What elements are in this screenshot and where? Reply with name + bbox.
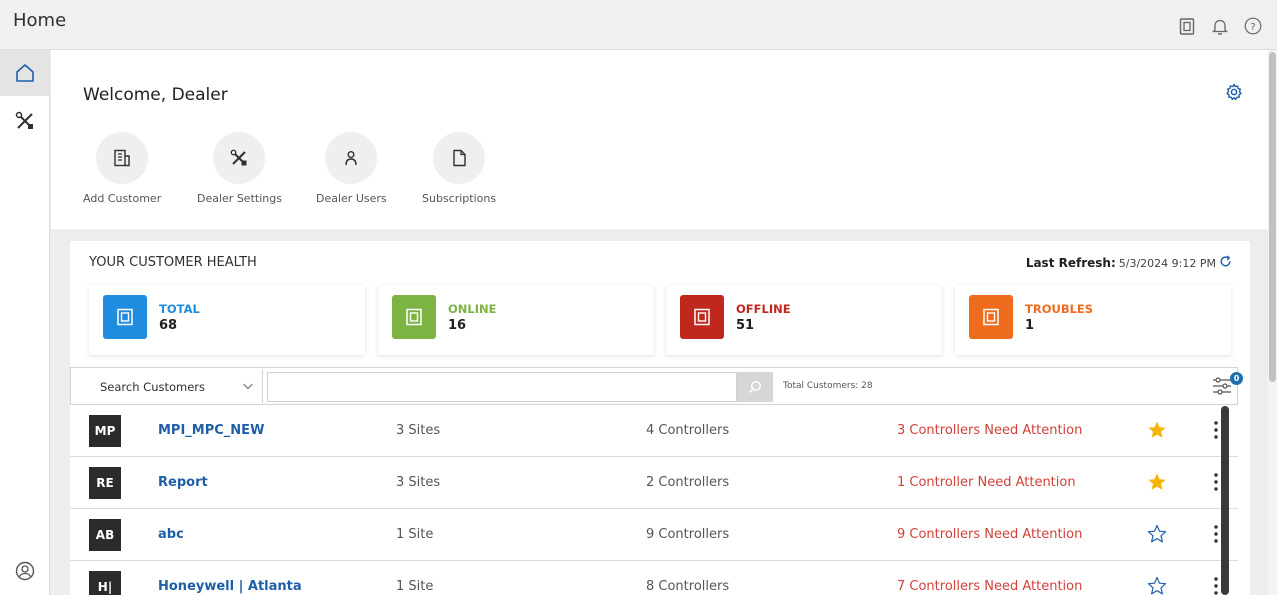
customer-avatar: MP: [89, 415, 121, 447]
star-filled-icon[interactable]: [1147, 420, 1167, 444]
customer-row[interactable]: AB abc 1 Site 9 Controllers 9 Controller…: [70, 509, 1238, 561]
customer-name-link[interactable]: MPI_MPC_NEW: [158, 423, 264, 438]
stat-total[interactable]: TOTAL 68: [89, 285, 365, 355]
main-content: Welcome, Dealer Add Customer Dealer Sett…: [51, 50, 1268, 595]
bell-icon[interactable]: [1211, 17, 1229, 35]
device-icon: [103, 295, 147, 339]
nav-home[interactable]: [0, 50, 50, 96]
stat-label: TOTAL: [159, 302, 200, 316]
customer-avatar: H|: [89, 571, 121, 595]
action-label: Dealer Users: [316, 192, 387, 205]
stat-label: OFFLINE: [736, 302, 791, 316]
more-options-icon[interactable]: [1211, 420, 1221, 444]
action-label: Add Customer: [83, 192, 162, 205]
device-icon: [392, 295, 436, 339]
more-options-icon[interactable]: [1211, 524, 1221, 548]
total-customers: Total Customers: 28: [783, 381, 873, 391]
star-filled-icon[interactable]: [1147, 472, 1167, 496]
customer-sites: 3 Sites: [396, 423, 441, 438]
dealer-users-action[interactable]: Dealer Users: [316, 132, 387, 205]
customer-attention: 3 Controllers Need Attention: [897, 423, 1083, 438]
more-options-icon[interactable]: [1211, 472, 1221, 496]
customer-list: MP MPI_MPC_NEW 3 Sites 4 Controllers 3 C…: [70, 405, 1238, 595]
customer-row[interactable]: RE Report 3 Sites 2 Controllers 1 Contro…: [70, 457, 1238, 509]
search-bar: Search Customers Total Customers: 28 0: [70, 367, 1243, 405]
refresh-icon[interactable]: [1219, 255, 1232, 271]
customer-row[interactable]: MP MPI_MPC_NEW 3 Sites 4 Controllers 3 C…: [70, 405, 1238, 457]
dealer-settings-action[interactable]: Dealer Settings: [197, 132, 282, 205]
more-options-icon[interactable]: [1211, 576, 1221, 595]
search-button[interactable]: [737, 372, 773, 402]
action-label: Dealer Settings: [197, 192, 282, 205]
customer-avatar: RE: [89, 467, 121, 499]
profile-icon: [15, 561, 35, 581]
document-icon[interactable]: [433, 132, 486, 184]
gear-icon[interactable]: [1225, 83, 1243, 105]
top-bar: Home ?: [0, 0, 1277, 50]
last-refresh-value: 5/3/2024 9:12 PM: [1118, 256, 1216, 270]
stat-value: 16: [448, 318, 467, 333]
customer-controllers: 8 Controllers: [646, 579, 730, 594]
stat-troubles[interactable]: TROUBLES 1: [955, 285, 1231, 355]
tools-icon: [15, 111, 33, 129]
stat-label: TROUBLES: [1025, 302, 1094, 316]
tools-icon[interactable]: [213, 132, 266, 184]
customer-attention: 7 Controllers Need Attention: [897, 579, 1083, 594]
device-icon: [969, 295, 1013, 339]
search-input[interactable]: [267, 372, 737, 402]
nav-profile[interactable]: [0, 548, 50, 594]
customer-name-link[interactable]: Report: [158, 475, 208, 490]
action-label: Subscriptions: [422, 192, 497, 205]
customer-controllers: 2 Controllers: [646, 475, 730, 490]
page-scrollbar-thumb[interactable]: [1269, 52, 1276, 382]
chevron-down-icon: [243, 383, 253, 390]
page-scrollbar[interactable]: [1268, 50, 1277, 595]
welcome-title: Welcome, Dealer: [83, 85, 228, 105]
home-icon: [16, 64, 34, 82]
star-outline-icon[interactable]: [1147, 576, 1167, 595]
add-customer-action[interactable]: Add Customer: [83, 132, 161, 205]
filter-count-badge: 0: [1230, 372, 1243, 385]
star-outline-icon[interactable]: [1147, 524, 1167, 548]
nav-tools[interactable]: [0, 98, 50, 144]
svg-text:?: ?: [1250, 22, 1255, 33]
customer-sites: 3 Sites: [396, 475, 441, 490]
last-refresh-label: Last Refresh:: [1025, 256, 1116, 270]
customer-attention: 9 Controllers Need Attention: [897, 527, 1083, 542]
customer-controllers: 9 Controllers: [646, 527, 730, 542]
device-icon[interactable]: [1178, 17, 1196, 35]
building-icon[interactable]: [96, 132, 149, 184]
customer-name-link[interactable]: Honeywell | Atlanta: [158, 579, 302, 594]
stat-online[interactable]: ONLINE 16: [378, 285, 654, 355]
user-icon[interactable]: [325, 132, 378, 184]
welcome-section: Welcome, Dealer Add Customer Dealer Sett…: [51, 50, 1268, 229]
stat-label: ONLINE: [448, 302, 497, 316]
stat-offline[interactable]: OFFLINE 51: [666, 285, 942, 355]
page-title: Home: [13, 10, 67, 31]
customer-avatar: AB: [89, 519, 121, 551]
customer-sites: 1 Site: [396, 527, 434, 542]
health-title: YOUR CUSTOMER HEALTH: [89, 255, 257, 270]
customer-health-card: YOUR CUSTOMER HEALTH Last Refresh: 5/3/2…: [70, 241, 1250, 595]
search-type-value: Search Customers: [100, 380, 206, 394]
list-scrollbar[interactable]: [1221, 406, 1229, 595]
customer-row[interactable]: H| Honeywell | Atlanta 1 Site 8 Controll…: [70, 561, 1238, 595]
search-icon: [748, 380, 762, 394]
stat-value: 68: [159, 318, 178, 333]
customer-sites: 1 Site: [396, 579, 434, 594]
help-icon[interactable]: ?: [1244, 17, 1262, 35]
customer-name-link[interactable]: abc: [158, 527, 184, 542]
subscriptions-action[interactable]: Subscriptions: [422, 132, 496, 205]
device-icon: [680, 295, 724, 339]
search-type-select[interactable]: Search Customers: [89, 369, 263, 403]
stat-value: 1: [1025, 318, 1035, 333]
stat-value: 51: [736, 318, 755, 333]
customer-attention: 1 Controller Need Attention: [897, 475, 1076, 490]
customer-controllers: 4 Controllers: [646, 423, 730, 438]
last-refresh: Last Refresh: 5/3/2024 9:12 PM: [1026, 255, 1232, 271]
left-rail: [0, 50, 50, 595]
